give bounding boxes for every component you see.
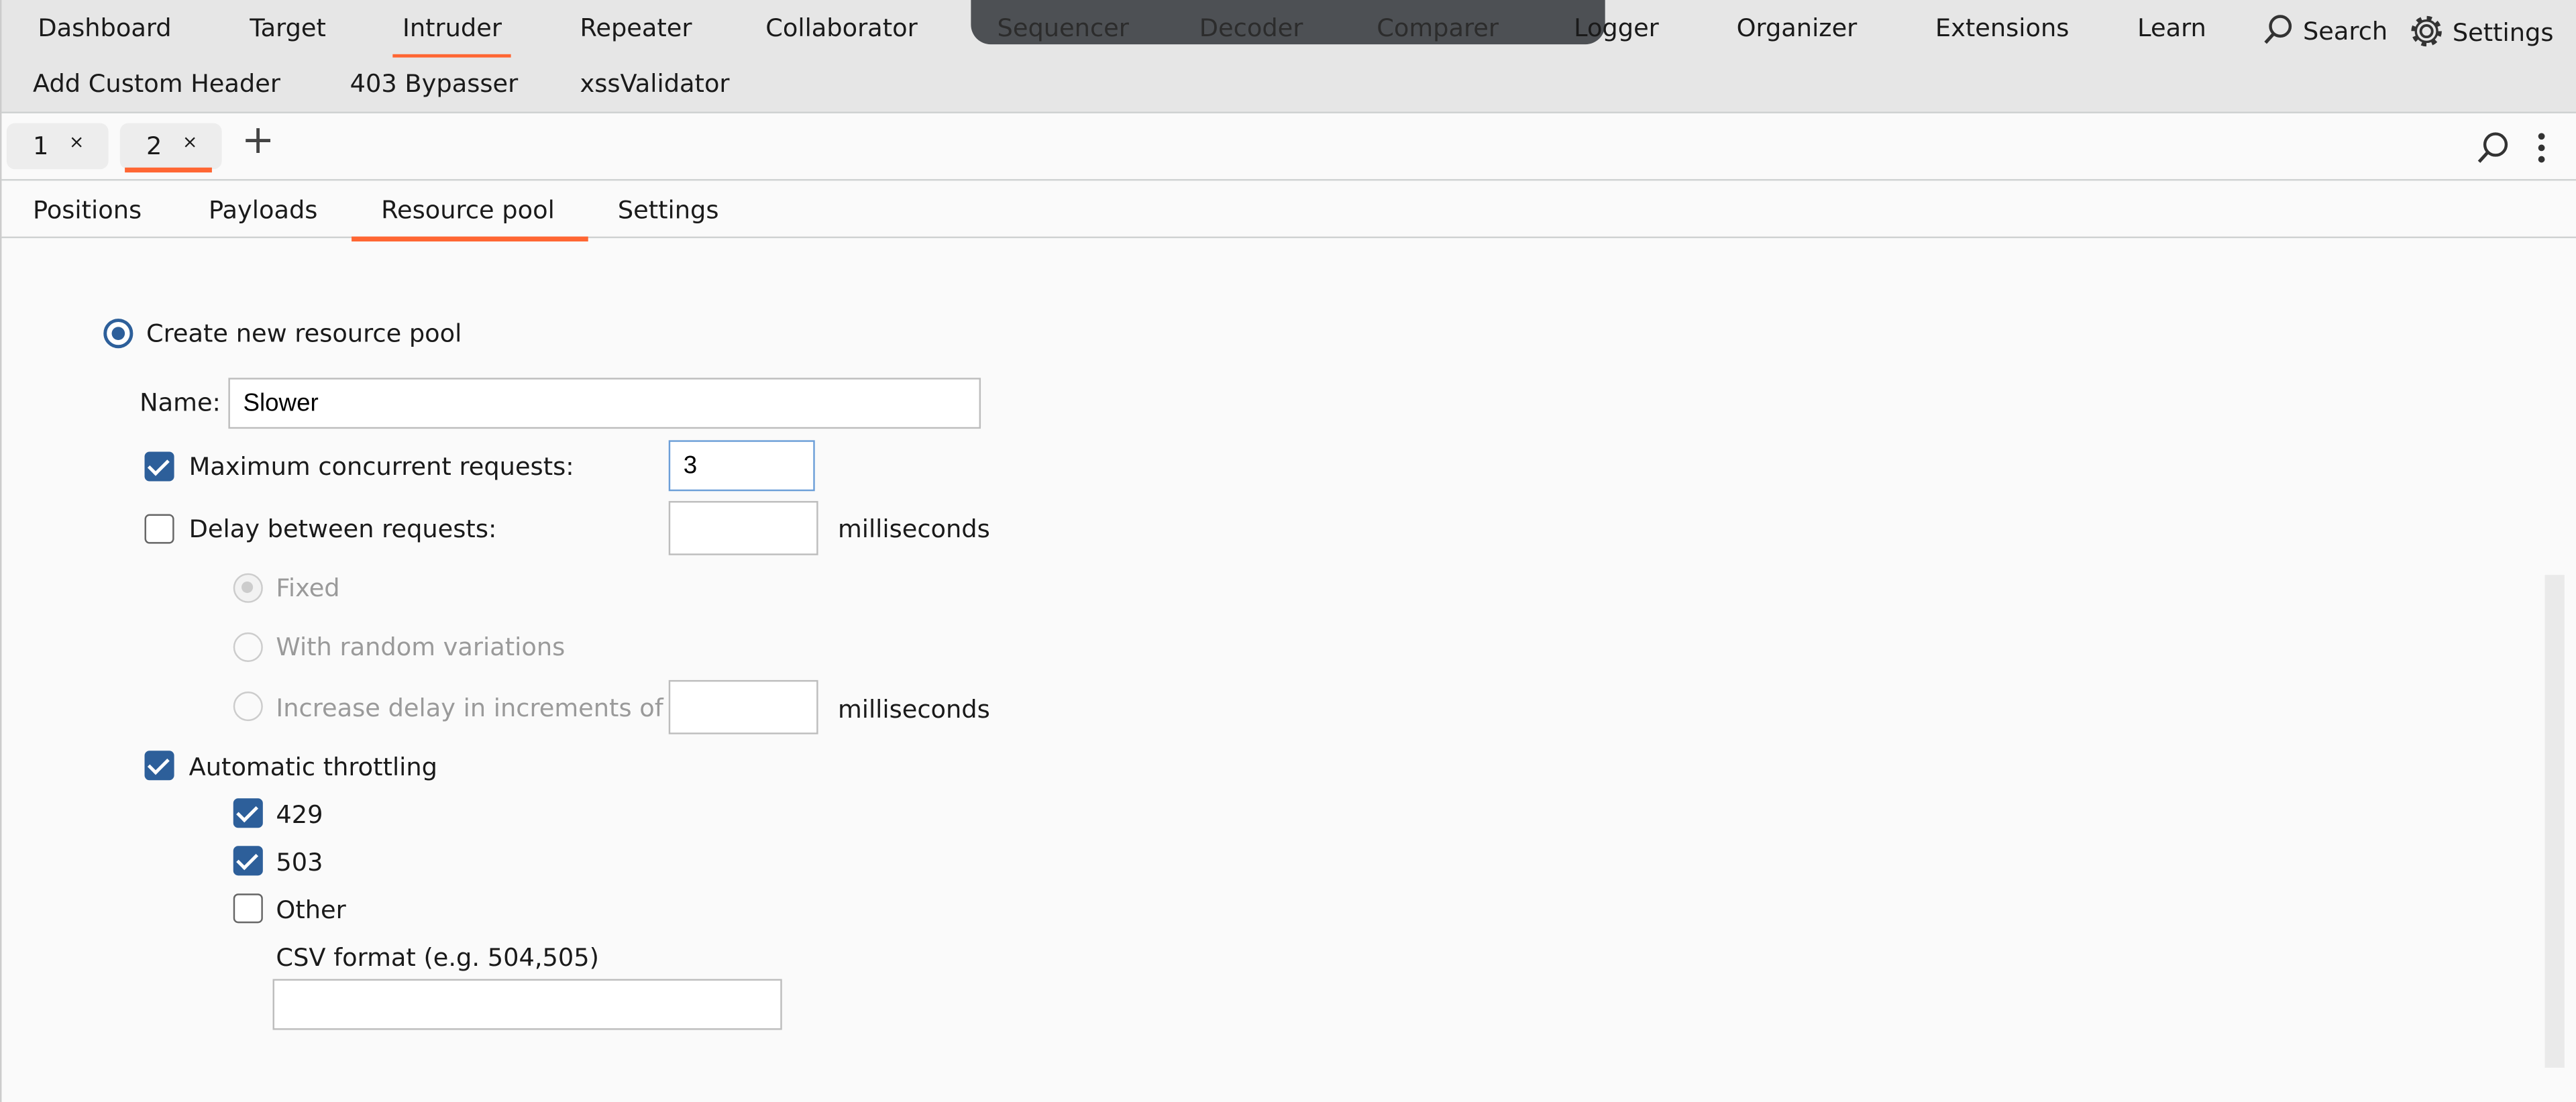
milliseconds-label: milliseconds bbox=[837, 514, 990, 544]
delay-input[interactable] bbox=[668, 500, 818, 555]
delay-checkbox[interactable] bbox=[144, 514, 174, 544]
tab-payloads[interactable]: Payloads bbox=[209, 195, 317, 225]
nav-repeater[interactable]: Repeater bbox=[580, 13, 692, 43]
search-icon[interactable] bbox=[2474, 129, 2510, 166]
nav-decoder[interactable]: Decoder bbox=[1199, 13, 1303, 43]
nav-logger[interactable]: Logger bbox=[1574, 13, 1659, 43]
fixed-radio[interactable] bbox=[233, 573, 263, 603]
tab-label: 1 bbox=[32, 131, 49, 162]
max-concurrent-label: Maximum concurrent requests: bbox=[189, 451, 574, 482]
request-tab-1[interactable]: 1 × bbox=[6, 123, 109, 170]
nav-extensions[interactable]: Extensions bbox=[1935, 13, 2069, 43]
nav-settings[interactable]: Settings bbox=[2408, 13, 2554, 50]
fixed-label: Fixed bbox=[276, 573, 340, 603]
increase-delay-radio[interactable] bbox=[233, 692, 263, 722]
tab-resource-pool[interactable]: Resource pool bbox=[352, 195, 587, 242]
code-429-checkbox[interactable] bbox=[233, 798, 263, 828]
gear-icon bbox=[2411, 15, 2442, 47]
add-tab-button[interactable]: + bbox=[241, 117, 274, 163]
nav-organizer[interactable]: Organizer bbox=[1737, 13, 1858, 43]
tab-settings[interactable]: Settings bbox=[618, 195, 719, 225]
delay-label: Delay between requests: bbox=[189, 514, 497, 544]
max-concurrent-input[interactable] bbox=[668, 440, 815, 492]
auto-throttling-checkbox[interactable] bbox=[144, 751, 174, 781]
code-503-label: 503 bbox=[276, 847, 323, 877]
search-icon bbox=[2264, 15, 2292, 44]
create-new-pool-radio[interactable] bbox=[103, 319, 133, 349]
random-variations-radio[interactable] bbox=[233, 632, 263, 662]
csv-input[interactable] bbox=[272, 979, 782, 1030]
close-icon[interactable]: × bbox=[182, 131, 198, 153]
nav-collaborator[interactable]: Collaborator bbox=[765, 13, 917, 43]
request-tab-2[interactable]: 2 × bbox=[119, 123, 222, 173]
request-tab-bar: 1 × 2 × + bbox=[1, 113, 2576, 181]
ext-add-custom-header[interactable]: Add Custom Header bbox=[33, 69, 280, 99]
other-label: Other bbox=[276, 895, 346, 925]
nav-search[interactable]: Search bbox=[2262, 13, 2387, 46]
search-label: Search bbox=[2302, 16, 2388, 46]
more-options-icon[interactable] bbox=[2533, 129, 2549, 166]
nav-intruder[interactable]: Intruder bbox=[392, 13, 513, 58]
random-variations-label: With random variations bbox=[276, 632, 566, 662]
name-input[interactable] bbox=[228, 378, 981, 429]
close-icon[interactable]: × bbox=[69, 131, 85, 153]
nav-dashboard[interactable]: Dashboard bbox=[38, 13, 171, 43]
ext-xssvalidator[interactable]: xssValidator bbox=[580, 69, 729, 99]
name-label: Name: bbox=[140, 387, 221, 418]
nav-target[interactable]: Target bbox=[250, 13, 326, 43]
milliseconds-label-2: milliseconds bbox=[837, 694, 990, 725]
other-checkbox[interactable] bbox=[233, 893, 263, 924]
intruder-subtabs: Positions Payloads Resource pool Setting… bbox=[1, 180, 2576, 242]
nav-learn[interactable]: Learn bbox=[2137, 13, 2206, 43]
nav-comparer[interactable]: Comparer bbox=[1377, 13, 1499, 43]
scrollbar[interactable] bbox=[2544, 575, 2565, 1068]
increase-delay-input[interactable] bbox=[668, 679, 818, 734]
csv-format-label: CSV format (e.g. 504,505) bbox=[276, 942, 600, 973]
code-503-checkbox[interactable] bbox=[233, 846, 263, 876]
tab-label: 2 bbox=[146, 131, 162, 162]
tab-positions[interactable]: Positions bbox=[33, 195, 142, 225]
code-429-label: 429 bbox=[276, 800, 323, 830]
settings-label: Settings bbox=[2452, 17, 2554, 48]
create-new-pool-label: Create new resource pool bbox=[146, 319, 462, 349]
increase-delay-label: Increase delay in increments of bbox=[276, 693, 663, 723]
nav-sequencer[interactable]: Sequencer bbox=[998, 13, 1129, 43]
max-concurrent-checkbox[interactable] bbox=[144, 451, 174, 482]
ext-403-bypasser[interactable]: 403 Bypasser bbox=[350, 69, 519, 99]
auto-throttling-label: Automatic throttling bbox=[189, 752, 438, 782]
